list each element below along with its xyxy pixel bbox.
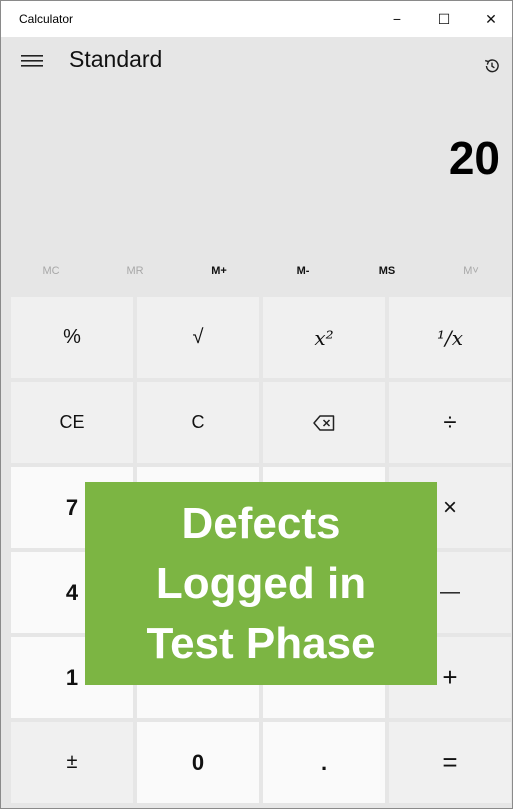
hamburger-icon (21, 55, 43, 67)
mode-title: Standard (69, 46, 163, 72)
maximize-icon: ☐ (437, 10, 451, 27)
memory-bar: MC MR M+ M- MS M˅ (11, 259, 511, 283)
minimize-icon: − (392, 11, 402, 27)
memory-store-button[interactable]: MS (347, 259, 427, 283)
memory-subtract-button[interactable]: M- (263, 259, 343, 283)
history-button[interactable] (477, 53, 507, 79)
digit-0-button[interactable]: 0 (137, 722, 259, 803)
memory-list-button[interactable]: M˅ (431, 259, 511, 283)
divide-button[interactable]: ÷ (389, 382, 511, 463)
close-button[interactable]: ✕ (468, 1, 513, 37)
memory-clear-button[interactable]: MC (11, 259, 91, 283)
memory-add-button[interactable]: M+ (179, 259, 259, 283)
memory-recall-button[interactable]: MR (95, 259, 175, 283)
app-title: Calculator (19, 12, 74, 26)
minimize-button[interactable]: − (374, 1, 420, 37)
backspace-button[interactable] (263, 382, 385, 463)
equals-button[interactable]: = (389, 722, 511, 803)
clear-button[interactable]: C (137, 382, 259, 463)
negate-button[interactable]: ± (11, 722, 133, 803)
reciprocal-button[interactable]: ¹/x (389, 297, 511, 378)
result-display: 20 (448, 132, 500, 184)
close-icon: ✕ (485, 10, 497, 27)
percent-button[interactable]: % (11, 297, 133, 378)
defects-overlay-label: Defects Logged in Test Phase (85, 482, 437, 685)
title-bar: Calculator − ☐ ✕ (1, 1, 512, 37)
calculator-window: Calculator − ☐ ✕ Standard 20 MC MR M+ M-… (0, 0, 513, 809)
decimal-button[interactable]: . (263, 722, 385, 803)
navigation-menu-button[interactable] (15, 47, 49, 75)
app-header: Standard (1, 37, 512, 87)
maximize-button[interactable]: ☐ (421, 1, 467, 37)
square-root-button[interactable]: √ (137, 297, 259, 378)
backspace-icon (313, 414, 335, 431)
clear-entry-button[interactable]: CE (11, 382, 133, 463)
square-button[interactable]: x² (263, 297, 385, 378)
history-icon (484, 59, 499, 73)
